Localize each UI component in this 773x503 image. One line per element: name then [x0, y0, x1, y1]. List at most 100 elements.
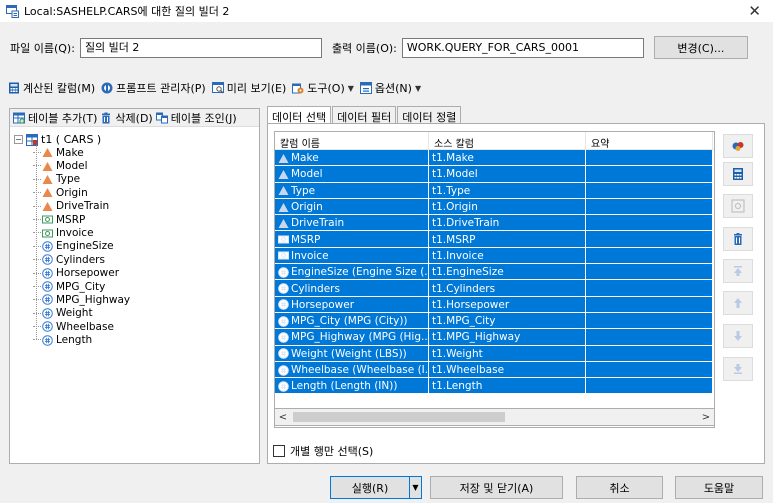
join-tables-button[interactable]: 테이블 조인(J)	[155, 110, 237, 126]
cancel-button[interactable]: 취소	[576, 476, 663, 499]
source-column-cell[interactable]: t1.Make	[429, 150, 586, 167]
source-column-cell[interactable]: t1.EngineSize	[429, 264, 586, 281]
move-bottom-button[interactable]	[723, 357, 753, 381]
tree-column-item[interactable]: Invoice	[14, 226, 130, 239]
file-name-input[interactable]: 질의 빌더 2	[79, 37, 322, 58]
computed-column-button[interactable]	[723, 162, 753, 186]
summary-header[interactable]: 요약	[586, 132, 713, 150]
column-name-cell[interactable]: MPG_City (MPG (City))	[275, 312, 429, 330]
save-close-button[interactable]: 저장 및 닫기(A)	[430, 476, 563, 499]
column-name-cell[interactable]: DriveTrain	[275, 215, 429, 232]
column-name-cell[interactable]: Invoice	[275, 247, 429, 265]
table-row[interactable]: MPG_Highway (MPG (Hig... t1.MPG_Highway	[275, 329, 714, 346]
scroll-left-icon[interactable]: <	[275, 412, 291, 423]
add-table-button[interactable]: 테이블 추가(T)	[13, 110, 97, 126]
source-column-cell[interactable]: t1.MSRP	[429, 231, 586, 248]
source-column-cell[interactable]: t1.DriveTrain	[429, 215, 586, 232]
tree-column-item[interactable]: Origin	[14, 186, 130, 199]
tree-column-item[interactable]: Wheelbase	[14, 320, 130, 333]
column-name-cell[interactable]: Type	[275, 182, 429, 199]
scroll-thumb[interactable]	[293, 412, 505, 422]
prompt-manager-button[interactable]: 프롬프트 관리자(P)	[101, 80, 206, 96]
distinct-rows-option[interactable]: 개별 행만 선택(S)	[273, 443, 373, 459]
summary-cell[interactable]	[586, 215, 713, 232]
collapse-icon[interactable]: −	[14, 135, 23, 144]
table-row[interactable]: Origin t1.Origin	[275, 198, 714, 216]
move-up-button[interactable]	[723, 291, 753, 315]
tab-filter-data[interactable]: 데이터 필터	[332, 106, 397, 124]
column-name-cell[interactable]: MSRP	[275, 231, 429, 248]
source-column-cell[interactable]: t1.MPG_City	[429, 312, 586, 330]
help-button[interactable]: 도움말	[675, 476, 763, 499]
column-name-cell[interactable]: Make	[275, 150, 429, 167]
column-name-cell[interactable]: Cylinders	[275, 280, 429, 297]
search-column-button[interactable]	[723, 194, 753, 218]
summary-cell[interactable]	[586, 150, 713, 167]
tree-column-item[interactable]: Horsepower	[14, 267, 130, 280]
summary-cell[interactable]	[586, 361, 713, 379]
tree-root-t1[interactable]: − t1 ( CARS )	[14, 133, 130, 146]
tree-column-item[interactable]: MPG_Highway	[14, 293, 130, 306]
summary-cell[interactable]	[586, 231, 713, 248]
tree-column-item[interactable]: Length	[14, 333, 130, 346]
tree-column-item[interactable]: DriveTrain	[14, 200, 130, 213]
summary-cell[interactable]	[586, 247, 713, 265]
tools-menu[interactable]: 도구(O) ▼	[292, 80, 354, 96]
table-row[interactable]: Horsepower t1.Horsepower	[275, 296, 714, 313]
tree-column-item[interactable]: EngineSize	[14, 240, 130, 253]
table-row[interactable]: Make t1.Make	[275, 150, 714, 167]
column-name-cell[interactable]: Wheelbase (Wheelbase (I...	[275, 361, 429, 379]
summary-cell[interactable]	[586, 280, 713, 297]
column-name-cell[interactable]: Model	[275, 166, 429, 183]
tree-column-item[interactable]: Weight	[14, 307, 130, 320]
run-button[interactable]: 실행(R)	[330, 476, 410, 499]
computed-columns-button[interactable]: 계산된 칼럼(M)	[8, 80, 95, 96]
source-column-cell[interactable]: t1.Model	[429, 166, 586, 183]
column-properties-button[interactable]	[723, 134, 753, 158]
table-row[interactable]: EngineSize (Engine Size (... t1.EngineSiz…	[275, 264, 714, 281]
column-name-cell[interactable]: Weight (Weight (LBS))	[275, 345, 429, 362]
table-row[interactable]: MSRP t1.MSRP	[275, 231, 714, 248]
column-name-cell[interactable]: EngineSize (Engine Size (...	[275, 264, 429, 281]
tab-sort-data[interactable]: 데이터 정렬	[397, 106, 462, 124]
delete-button[interactable]: 삭제(D)	[100, 110, 153, 126]
tree-column-item[interactable]: Type	[14, 173, 130, 186]
change-button[interactable]: 변경(C)...	[653, 36, 748, 59]
tree-column-item[interactable]: MSRP	[14, 213, 130, 226]
move-down-button[interactable]	[723, 324, 753, 348]
horizontal-scrollbar[interactable]: < >	[274, 408, 715, 426]
source-column-cell[interactable]: t1.Origin	[429, 198, 586, 216]
tree-column-item[interactable]: Model	[14, 159, 130, 172]
close-icon[interactable]: ✕	[748, 2, 761, 20]
summary-cell[interactable]	[586, 166, 713, 183]
summary-cell[interactable]	[586, 345, 713, 362]
table-row[interactable]: Length (Length (IN)) t1.Length	[275, 378, 714, 395]
table-row[interactable]: Model t1.Model	[275, 166, 714, 183]
source-column-cell[interactable]: t1.Horsepower	[429, 296, 586, 313]
options-menu[interactable]: 옵션(N) ▼	[359, 80, 421, 96]
source-column-cell[interactable]: t1.Wheelbase	[429, 361, 586, 379]
summary-cell[interactable]	[586, 296, 713, 313]
source-column-cell[interactable]: t1.Invoice	[429, 247, 586, 265]
summary-cell[interactable]	[586, 329, 713, 346]
output-name-input[interactable]: WORK.QUERY_FOR_CARS_0001	[401, 37, 644, 58]
table-row[interactable]: Wheelbase (Wheelbase (I... t1.Wheelbase	[275, 361, 714, 379]
preview-button[interactable]: 미리 보기(E)	[211, 80, 286, 96]
tree-column-item[interactable]: MPG_City	[14, 280, 130, 293]
tree-column-item[interactable]: Make	[14, 146, 130, 159]
tree-column-item[interactable]: Cylinders	[14, 253, 130, 266]
column-name-header[interactable]: 칼럼 이름	[275, 132, 429, 150]
summary-cell[interactable]	[586, 198, 713, 216]
summary-cell[interactable]	[586, 378, 713, 395]
source-column-cell[interactable]: t1.Type	[429, 182, 586, 199]
table-row[interactable]: Type t1.Type	[275, 182, 714, 199]
source-column-cell[interactable]: t1.Length	[429, 378, 586, 395]
column-name-cell[interactable]: Length (Length (IN))	[275, 378, 429, 395]
source-column-cell[interactable]: t1.MPG_Highway	[429, 329, 586, 346]
table-row[interactable]: Invoice t1.Invoice	[275, 247, 714, 265]
table-row[interactable]: Weight (Weight (LBS)) t1.Weight	[275, 345, 714, 362]
table-row[interactable]: Cylinders t1.Cylinders	[275, 280, 714, 297]
table-row[interactable]: DriveTrain t1.DriveTrain	[275, 215, 714, 232]
column-name-cell[interactable]: MPG_Highway (MPG (Hig...	[275, 329, 429, 346]
run-dropdown-button[interactable]: ▼	[409, 476, 422, 499]
